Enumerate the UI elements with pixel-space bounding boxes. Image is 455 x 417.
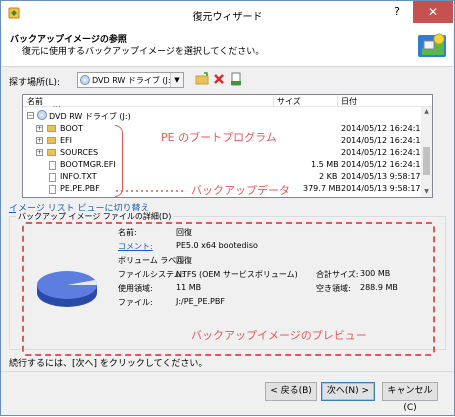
next-button[interactable]: 次へ(N) > (321, 382, 375, 401)
annotation-boot-program: PE のブートプログラム (161, 131, 277, 144)
prop-value-total-size: 300 MB (360, 269, 391, 278)
cancel-button[interactable]: キャンセル(C) (382, 382, 438, 413)
cd-drive-icon (37, 110, 47, 120)
list-item-name: INFO.TXT (60, 172, 97, 181)
list-item[interactable]: + SOURCES 2014/05/12 16:24:14 (23, 147, 426, 159)
prop-key-name: 名前: (118, 228, 137, 237)
list-item-date: 2014/05/13 9:58:17 (341, 184, 421, 193)
list-item-name: BOOT (60, 124, 83, 133)
expand-icon[interactable]: + (36, 137, 43, 144)
scroll-up-icon[interactable]: ▲ (421, 107, 432, 117)
annotation-brace (115, 125, 123, 197)
list-item-date: 2014/05/12 16:24:15 (341, 124, 426, 133)
annotation-preview: バックアップイメージのプレビュー (191, 329, 367, 342)
footer-divider (1, 371, 454, 372)
help-button[interactable]: ? (383, 1, 411, 23)
prop-value-name: 回復 (176, 228, 192, 237)
details-group-title: バックアップ イメージ ファイルの詳細(D) (16, 211, 174, 222)
new-folder-icon[interactable] (195, 72, 209, 86)
file-list-scrollbar[interactable]: ▲ ▼ (421, 107, 432, 197)
list-item-name: BOOTMGR.EFI (60, 160, 116, 169)
list-item-size: 379.7 MB (303, 184, 341, 193)
annotation-dotted-line (116, 190, 186, 192)
disk-usage-pie (37, 271, 97, 307)
close-button[interactable]: ✕ (413, 1, 453, 23)
title-bar: 復元ウィザード ? ✕ (1, 1, 454, 27)
prop-value-filesystem: NTFS (OEM サービスボリューム) (176, 270, 298, 279)
search-location-combo[interactable]: DVD RW ドライブ (J:) ▼ (77, 72, 184, 88)
wizard-header: バックアップイメージの参照 復元に使用するバックアップイメージを選択してください… (2, 27, 453, 67)
folder-icon (47, 149, 56, 156)
chevron-down-icon[interactable]: ▼ (170, 73, 183, 87)
scroll-down-icon[interactable]: ▼ (421, 187, 432, 197)
prop-value-free-space: 288.9 MB (360, 283, 398, 292)
list-item-name: SOURCES (60, 148, 99, 157)
comment-link[interactable]: コメント: (118, 241, 153, 252)
list-item-date: 2014/05/13 9:58:17 (341, 172, 421, 181)
prop-key-total-size: 合計サイズ: (316, 270, 359, 279)
properties-icon[interactable] (229, 72, 243, 86)
prop-key-filesystem: ファイルシステム: (118, 270, 185, 279)
folder-icon (47, 125, 56, 132)
search-location-label: 探す場所(L): (9, 78, 61, 88)
file-icon (49, 173, 56, 182)
prop-value-file: J:/PE_PE.PBF (176, 297, 225, 306)
file-icon (49, 161, 56, 170)
file-icon (49, 185, 56, 194)
expand-icon[interactable]: + (36, 125, 43, 132)
list-item-size: 2 KB (319, 172, 338, 181)
prop-key-file: ファイル: (118, 298, 153, 307)
expand-icon[interactable]: + (36, 149, 43, 156)
cd-drive-icon (80, 75, 90, 85)
list-item-name: EFI (60, 136, 73, 145)
list-item-date: 2014/05/12 16:24:14 (341, 136, 426, 145)
prop-key-used-space: 使用領域: (118, 284, 153, 293)
prop-value-volume-label: 回復 (176, 256, 192, 265)
backup-tool-icon (418, 33, 446, 57)
prop-key-free-space: 空き領域: (316, 284, 351, 293)
folder-icon (47, 137, 56, 144)
back-button[interactable]: < 戻る(B) (265, 382, 317, 401)
list-item-size: 1.5 MB (311, 160, 339, 169)
restore-wizard-window: 復元ウィザード ? ✕ バックアップイメージの参照 復元に使用するバックアップイ… (0, 0, 455, 416)
prop-value-used-space: 11 MB (176, 283, 202, 292)
list-item[interactable]: − DVD RW ドライブ (J:) (23, 110, 421, 122)
search-location-value: DVD RW ドライブ (J:) (92, 76, 174, 85)
delete-icon[interactable] (212, 72, 226, 86)
prop-value-comment: PE5.0 x64 bootediso (176, 241, 258, 250)
list-item[interactable]: BOOTMGR.EFI 1.5 MB 2014/05/12 16:24:15 (23, 159, 426, 171)
list-item-name: PE.PE.PBF (60, 184, 100, 193)
header-subtitle: 復元に使用するバックアップイメージを選択してください。 (22, 47, 265, 57)
list-item-date: 2014/05/12 16:24:15 (341, 160, 426, 169)
scroll-thumb[interactable] (423, 147, 430, 175)
status-text: 続行するには、[次へ] をクリックしてください。 (9, 359, 208, 369)
collapse-icon[interactable]: − (27, 112, 34, 119)
list-item-name: DVD RW ドライブ (J:) (49, 112, 131, 121)
annotation-backup-data: バックアップデータ (191, 184, 290, 197)
list-item-date: 2014/05/12 16:24:14 (341, 148, 426, 157)
